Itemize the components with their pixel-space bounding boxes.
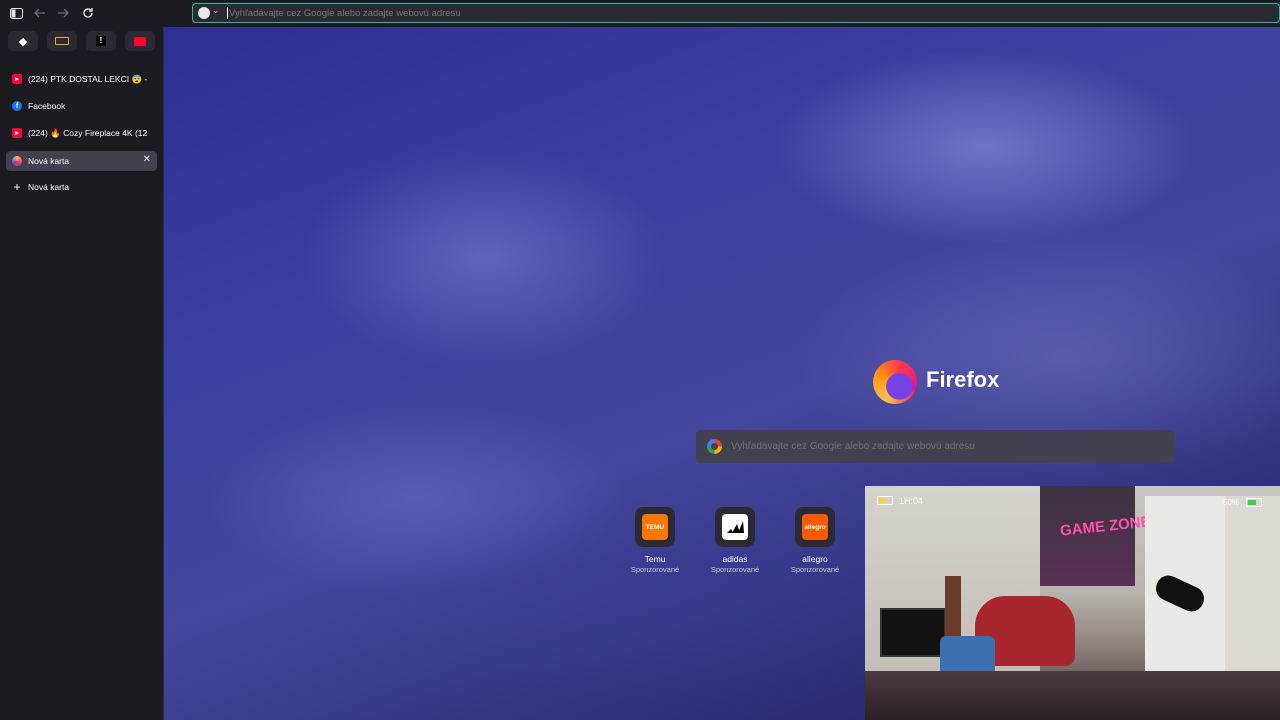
vertical-tabs-sidebar: ◆ ! ▸ (224) PTK DOSTAL LEKCI 😨 - YouT f … [0,27,164,720]
battery-hud-icon [877,496,893,505]
new-tab-label: Nová karta [28,182,70,192]
pinned-tab-4[interactable] [125,31,155,51]
newtab-search-box[interactable] [696,430,1175,463]
newtab-search-input[interactable] [731,430,1151,463]
recording-time: 1H:04 [899,496,924,506]
tab-label: Facebook [28,101,66,111]
google-icon [707,439,722,454]
pinned-tab-2[interactable] [47,31,77,51]
shortcut-tile: allegro [795,507,835,547]
reload-icon[interactable] [78,4,98,22]
address-input[interactable] [229,4,1129,22]
webcam-overlay: GAME ZONE 1H:04 50% [865,486,1280,720]
exclamation-icon: ! [96,36,106,46]
forward-arrow-icon[interactable] [53,4,73,22]
facebook-icon: f [12,101,22,111]
battery-icon [55,37,69,45]
shortcut-tile [715,507,755,547]
tab-facebook[interactable]: f Facebook [6,96,157,116]
youtube-icon: ▸ [12,128,22,138]
pinned-tab-1[interactable]: ◆ [8,31,38,51]
back-arrow-icon[interactable] [30,4,50,22]
shortcut-allegro[interactable]: allegro allegro Sponzorované [785,507,845,574]
sponsored-label: Sponzorované [710,565,760,574]
sponsored-label: Sponzorované [790,565,840,574]
blanket [940,636,995,676]
sponsored-label: Sponzorované [630,565,680,574]
text-caret [227,7,228,19]
tab-youtube-fireplace[interactable]: ▸ (224) 🔥 Cozy Fireplace 4K (12 HO [6,123,157,143]
sidebar-toggle-icon[interactable] [6,4,26,22]
tab-label: (224) PTK DOSTAL LEKCI 😨 - YouT [28,73,148,84]
tab-new-tab-active[interactable]: Nová karta ✕ [6,151,157,171]
battery-percent: 50% [1223,498,1240,507]
tab-youtube-ptk[interactable]: ▸ (224) PTK DOSTAL LEKCI 😨 - YouT [6,69,157,89]
tab-label: (224) 🔥 Cozy Fireplace 4K (12 HO [28,127,148,138]
new-tab-button[interactable]: + Nová karta [6,177,157,197]
shortcut-name: adidas [722,554,748,564]
allegro-logo-icon: allegro [802,514,828,540]
shortcut-name: Temu [644,554,666,564]
youtube-icon: ▸ [12,74,22,84]
chevron-down-icon[interactable]: ⌄ [212,5,220,16]
floor [865,671,1280,720]
close-icon[interactable]: ✕ [143,154,151,165]
firefox-wordmark: Firefox [926,367,1000,392]
tv-screen [880,608,946,657]
pinned-tab-3[interactable]: ! [86,31,116,51]
diamond-icon: ◆ [18,35,28,48]
right-wall [1225,496,1280,696]
tab-label: Nová karta [28,156,70,166]
temu-logo-icon: TEMU [642,514,668,540]
battery-level-icon [1246,498,1262,507]
shortcut-tile: TEMU [635,507,675,547]
adidas-logo-icon [722,514,748,540]
shortcut-temu[interactable]: TEMU Temu Sponzorované [625,507,685,574]
browser-toolbar: ⌄ [0,0,1280,27]
shortcut-name: allegro [802,554,828,564]
shortcut-adidas[interactable]: adidas Sponzorované [705,507,765,574]
firefox-logo-icon [873,360,917,404]
youtube-play-icon [134,36,146,46]
address-bar[interactable]: ⌄ [192,3,1280,23]
google-search-engine-icon[interactable] [198,7,210,19]
plus-icon: + [13,180,21,194]
firefox-icon [12,156,22,166]
